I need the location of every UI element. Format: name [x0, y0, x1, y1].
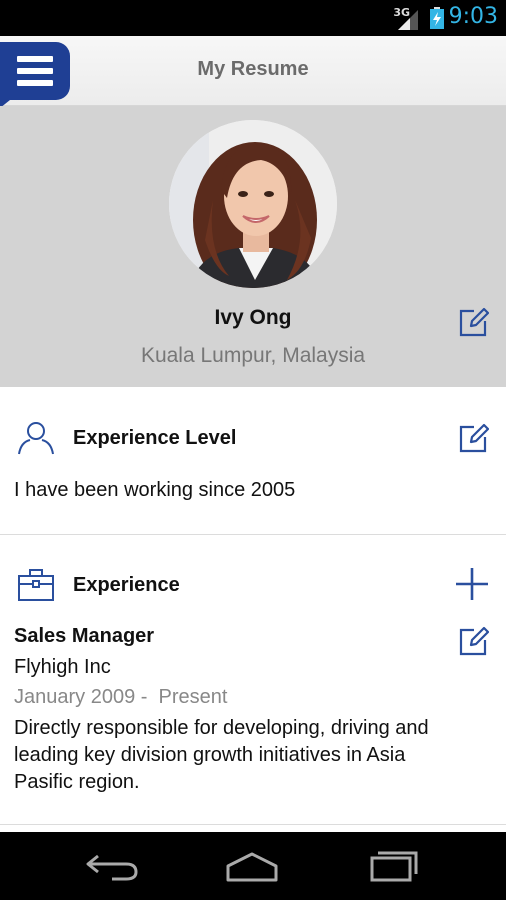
briefcase-icon — [18, 569, 54, 601]
job-title: Sales Manager — [14, 625, 155, 647]
home-icon[interactable] — [222, 848, 282, 884]
back-icon[interactable] — [82, 848, 142, 884]
experience-level-section: Experience Level I have been working sin… — [0, 387, 506, 535]
edit-profile-icon[interactable] — [457, 306, 489, 338]
app-bar: My Resume — [0, 36, 506, 108]
avatar-photo — [169, 120, 337, 288]
section-title: Experience Level — [73, 427, 237, 449]
experience-section: Experience Sales Manager Flyhigh Inc Jan… — [0, 535, 506, 825]
avatar — [169, 120, 337, 288]
job-company: Flyhigh Inc — [14, 656, 111, 678]
edit-experience-level-icon[interactable] — [457, 422, 489, 454]
person-icon — [18, 422, 54, 455]
profile-name: Ivy Ong — [214, 306, 292, 329]
section-title: Experience — [73, 574, 180, 596]
job-description: Directly responsible for developing, dri… — [14, 717, 429, 793]
experience-level-text: I have been working since 2005 — [14, 479, 296, 501]
page-title: My Resume — [197, 58, 309, 80]
system-nav-bar — [0, 832, 506, 900]
recent-apps-icon[interactable] — [362, 848, 422, 884]
status-bar: 3G 9:03 — [0, 0, 506, 36]
signal-icon — [398, 10, 418, 30]
status-clock: 9:03 — [448, 4, 498, 29]
profile-header: Ivy Ong Kuala Lumpur, Malaysia — [0, 106, 506, 387]
battery-charging-icon — [430, 7, 444, 29]
edit-experience-icon[interactable] — [457, 625, 489, 657]
job-dates: January 2009 - Present — [14, 686, 228, 708]
profile-location: Kuala Lumpur, Malaysia — [140, 344, 366, 367]
plus-icon[interactable] — [454, 566, 490, 602]
